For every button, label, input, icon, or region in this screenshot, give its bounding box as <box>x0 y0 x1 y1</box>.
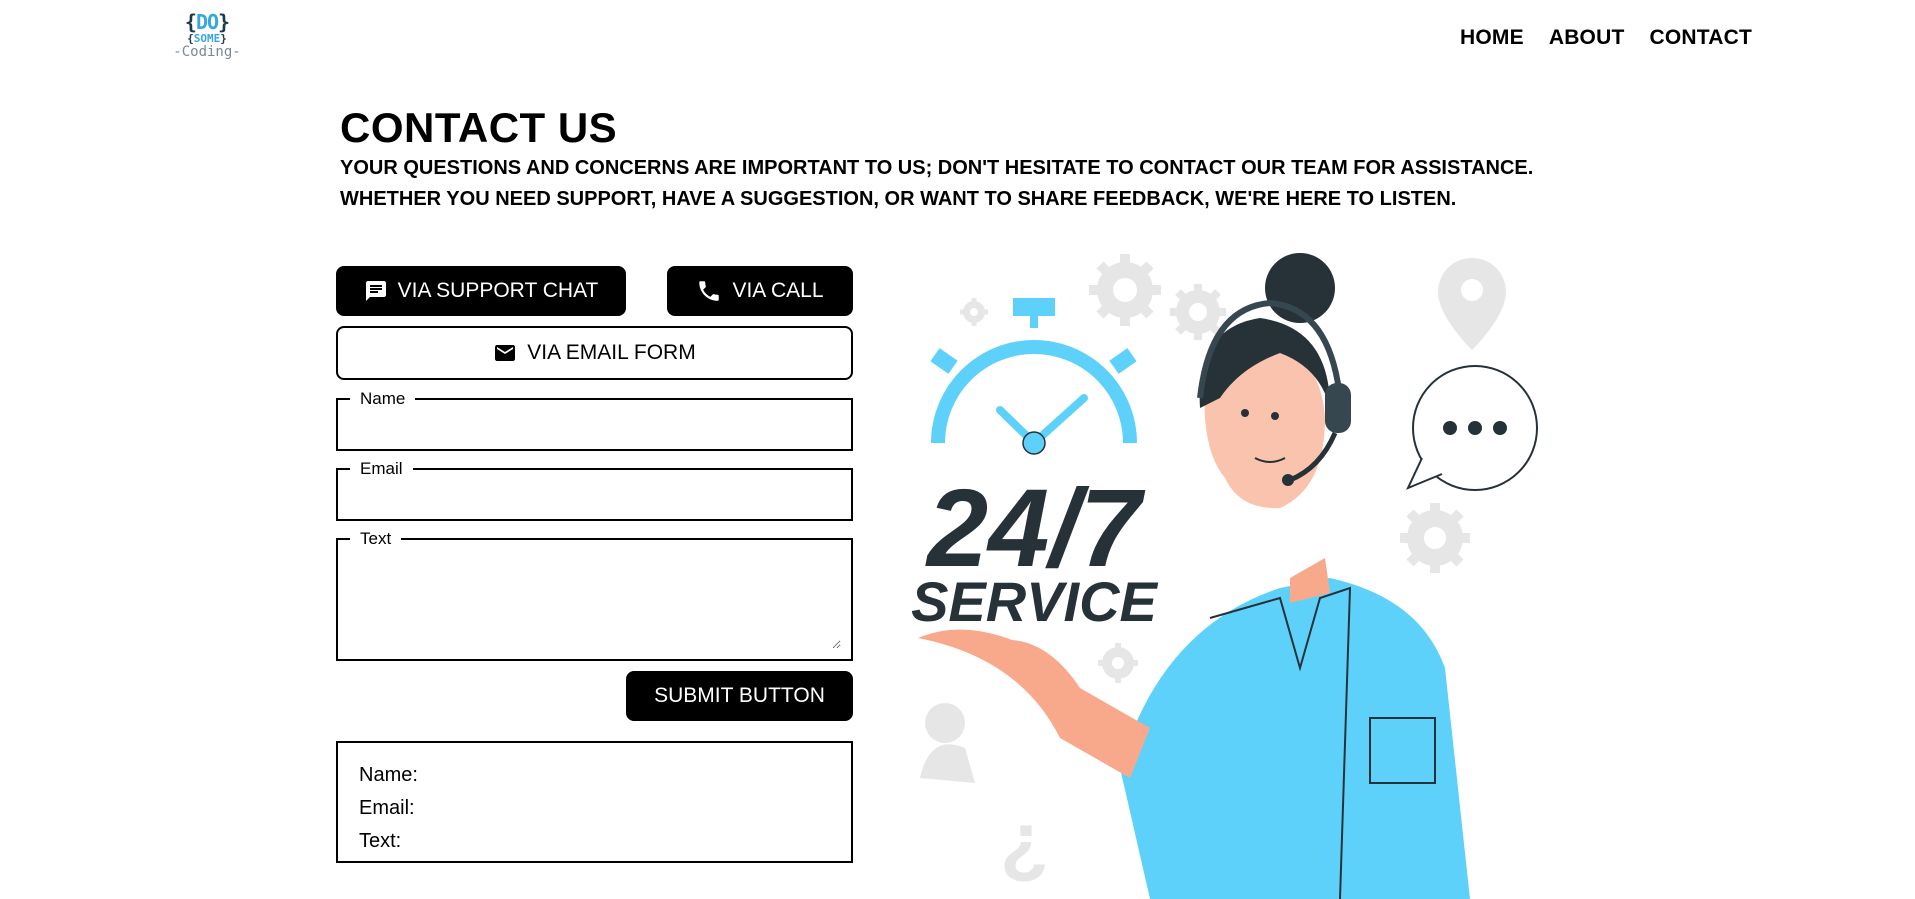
illustration-service: SERVICE <box>911 570 1158 633</box>
nav-home[interactable]: HOME <box>1460 26 1524 50</box>
support-chat-label: VIA SUPPORT CHAT <box>397 279 599 302</box>
main-nav: HOME ABOUT CONTACT <box>1460 26 1752 50</box>
question-mark-icon: ¿ <box>1000 796 1049 885</box>
gear-icon <box>1098 643 1138 683</box>
submit-label: SUBMIT BUTTON <box>654 684 825 707</box>
gear-icon <box>1400 503 1470 573</box>
speech-bubble-icon <box>1406 365 1538 491</box>
location-pin-icon <box>1438 258 1506 350</box>
user-icon <box>920 703 975 783</box>
output-text: Text: <box>359 830 402 852</box>
email-label: Email <box>360 459 403 478</box>
email-fieldset: Email <box>336 459 853 521</box>
nav-contact[interactable]: CONTACT <box>1650 26 1753 50</box>
output-name: Name: <box>359 764 418 786</box>
text-fieldset: Text <box>336 529 853 661</box>
name-fieldset: Name <box>336 389 853 451</box>
call-button[interactable]: VIA CALL <box>667 266 853 316</box>
logo-do: DO <box>195 10 219 34</box>
name-label: Name <box>360 389 406 408</box>
submission-output: Name: Email: Text: <box>336 741 853 863</box>
support-chat-button[interactable]: VIA SUPPORT CHAT <box>336 266 626 316</box>
email-form-button[interactable]: VIA EMAIL FORM <box>336 326 853 380</box>
email-form-label: VIA EMAIL FORM <box>527 341 696 364</box>
page-subtitle: YOUR QUESTIONS AND CONCERNS ARE IMPORTAN… <box>340 157 1534 210</box>
call-label: VIA CALL <box>732 279 824 302</box>
logo-coding: -Coding- <box>173 44 241 60</box>
chat-icon <box>364 279 388 303</box>
mail-icon <box>493 341 517 365</box>
gear-icon <box>1089 254 1161 326</box>
support-agent-illustration: 24/7 SERVICE ¿ <box>911 253 1538 899</box>
gear-icon <box>960 298 988 326</box>
output-email: Email: <box>359 797 415 819</box>
text-input[interactable] <box>348 549 841 649</box>
submit-button[interactable]: SUBMIT BUTTON <box>626 671 853 721</box>
phone-icon <box>696 278 722 304</box>
page-title: CONTACT US <box>340 104 618 151</box>
nav-about[interactable]: ABOUT <box>1549 26 1625 50</box>
name-input[interactable] <box>348 409 841 439</box>
email-input[interactable] <box>348 479 841 509</box>
site-logo[interactable]: {DO} {SOME} -Coding- <box>172 12 242 70</box>
stopwatch-icon <box>930 298 1137 455</box>
text-label: Text <box>360 529 392 548</box>
